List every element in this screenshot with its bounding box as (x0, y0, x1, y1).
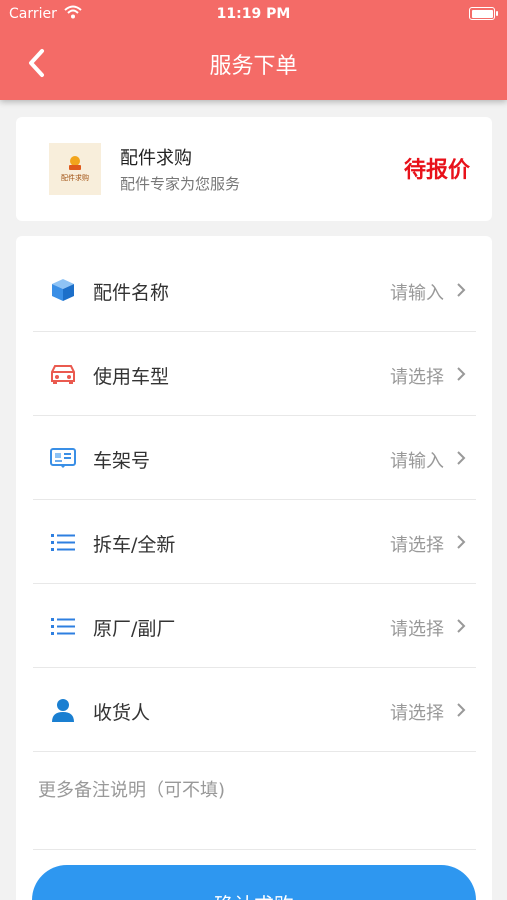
product-subtitle: 配件专家为您服务 (120, 175, 241, 193)
page-title: 服务下单 (209, 54, 298, 79)
form-row-condition[interactable]: 拆车/全新 请选择 (33, 500, 476, 584)
chevron-right-icon (457, 367, 466, 381)
chevron-right-icon (457, 451, 466, 465)
clock: 11:19 PM (216, 6, 291, 22)
chevron-right-icon (457, 619, 466, 633)
form-row-vin[interactable]: 车架号 请输入 (33, 416, 476, 500)
person-icon (48, 696, 78, 724)
divider (33, 849, 476, 850)
form-row-label: 使用车型 (93, 366, 170, 388)
form-row-label: 原厂/副厂 (93, 618, 176, 640)
form-row-label: 收货人 (93, 702, 151, 724)
form-row-value: 请输入 (390, 283, 444, 304)
chevron-right-icon (457, 283, 466, 297)
chevron-right-icon (457, 703, 466, 717)
list-icon (48, 528, 78, 556)
status-bar: Carrier 11:19 PM (0, 0, 507, 28)
car-icon (48, 360, 78, 388)
form-row-value: 请选择 (390, 367, 444, 388)
form-row-value: 请选择 (390, 619, 444, 640)
form-row-receiver[interactable]: 收货人 请选择 (33, 668, 476, 752)
product-image-label: 配件求购 (61, 174, 89, 182)
form-row-label: 车架号 (93, 450, 151, 472)
list-icon (48, 612, 78, 640)
cube-icon (48, 276, 78, 304)
form-row-part-name[interactable]: 配件名称 请输入 (33, 248, 476, 332)
form-row-vehicle-model[interactable]: 使用车型 请选择 (33, 332, 476, 416)
id-card-icon (48, 444, 78, 472)
header: Carrier 11:19 PM 服务下单 (0, 0, 507, 100)
remark-input[interactable]: 更多备注说明（可不填) (38, 776, 225, 802)
form-row-value: 请输入 (390, 451, 444, 472)
product-image: 配件求购 (49, 143, 101, 195)
form-row-label: 拆车/全新 (93, 534, 176, 556)
form-row-value: 请选择 (390, 703, 444, 724)
status-badge: 待报价 (403, 158, 470, 183)
battery-icon (469, 7, 498, 20)
nav-bar: 服务下单 (0, 28, 507, 100)
product-card: 配件求购 配件求购 配件专家为您服务 待报价 (16, 117, 492, 221)
product-name: 配件求购 (120, 148, 192, 169)
form-row-label: 配件名称 (93, 282, 170, 304)
confirm-button[interactable]: 确认求购 (32, 865, 476, 900)
parts-logo-icon (69, 156, 81, 170)
chevron-right-icon (457, 535, 466, 549)
form-row-value: 请选择 (390, 535, 444, 556)
form-card: 配件名称 请输入 使用车型 请选择 车架号 请输入 拆车/全新 请选择 原厂/副… (16, 236, 492, 900)
form-row-oem[interactable]: 原厂/副厂 请选择 (33, 584, 476, 668)
